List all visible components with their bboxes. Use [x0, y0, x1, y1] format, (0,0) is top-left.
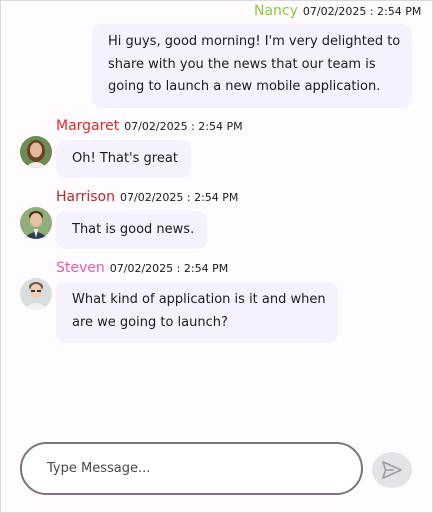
message-header-steven: Steven 07/02/2025 : 2:54 PM — [56, 260, 228, 276]
message-line: share with you the news that our team is — [108, 56, 376, 72]
harrison-avatar — [20, 207, 52, 239]
message-header-harrison: Harrison 07/02/2025 : 2:54 PM — [56, 189, 238, 205]
message-timestamp: 07/02/2025 : 2:54 PM — [302, 5, 422, 18]
steven-avatar — [20, 278, 52, 310]
message-input[interactable]: Type Message... — [20, 442, 363, 495]
message-bubble-nancy: Hi guys, good morning! I'm very delighte… — [92, 24, 412, 108]
author-name: Steven — [56, 260, 105, 276]
author-name: Nancy — [254, 3, 298, 19]
message-header-margaret: Margaret 07/02/2025 : 2:54 PM — [56, 118, 243, 134]
margaret-avatar — [20, 136, 52, 168]
message-timestamp: 07/02/2025 : 2:54 PM — [120, 191, 239, 204]
message-line: What kind of application is it and when — [72, 292, 326, 307]
message-line: Hi guys, good morning! I'm very delighte… — [108, 34, 401, 49]
message-bubble-steven: What kind of application is it and when … — [56, 282, 338, 343]
author-name: Harrison — [56, 189, 115, 205]
message-timestamp: 07/02/2025 : 2:54 PM — [124, 120, 243, 133]
message-line: are we going to launch? — [72, 314, 228, 330]
message-line: Oh! That's great — [72, 151, 178, 166]
chat-window: Nancy 07/02/2025 : 2:54 PM Hi guys, good… — [0, 0, 433, 513]
message-bubble-harrison: That is good news. — [56, 211, 207, 249]
author-name: Margaret — [56, 118, 120, 134]
message-line: going to launch a new mobile application… — [108, 79, 381, 94]
send-icon — [382, 461, 402, 479]
message-bubble-margaret: Oh! That's great — [56, 140, 191, 178]
message-header-nancy: Nancy 07/02/2025 : 2:54 PM — [254, 3, 421, 19]
message-line: That is good news. — [72, 222, 195, 237]
message-input-placeholder: Type Message... — [47, 461, 151, 476]
message-timestamp: 07/02/2025 : 2:54 PM — [109, 262, 229, 275]
send-button[interactable] — [372, 452, 412, 488]
